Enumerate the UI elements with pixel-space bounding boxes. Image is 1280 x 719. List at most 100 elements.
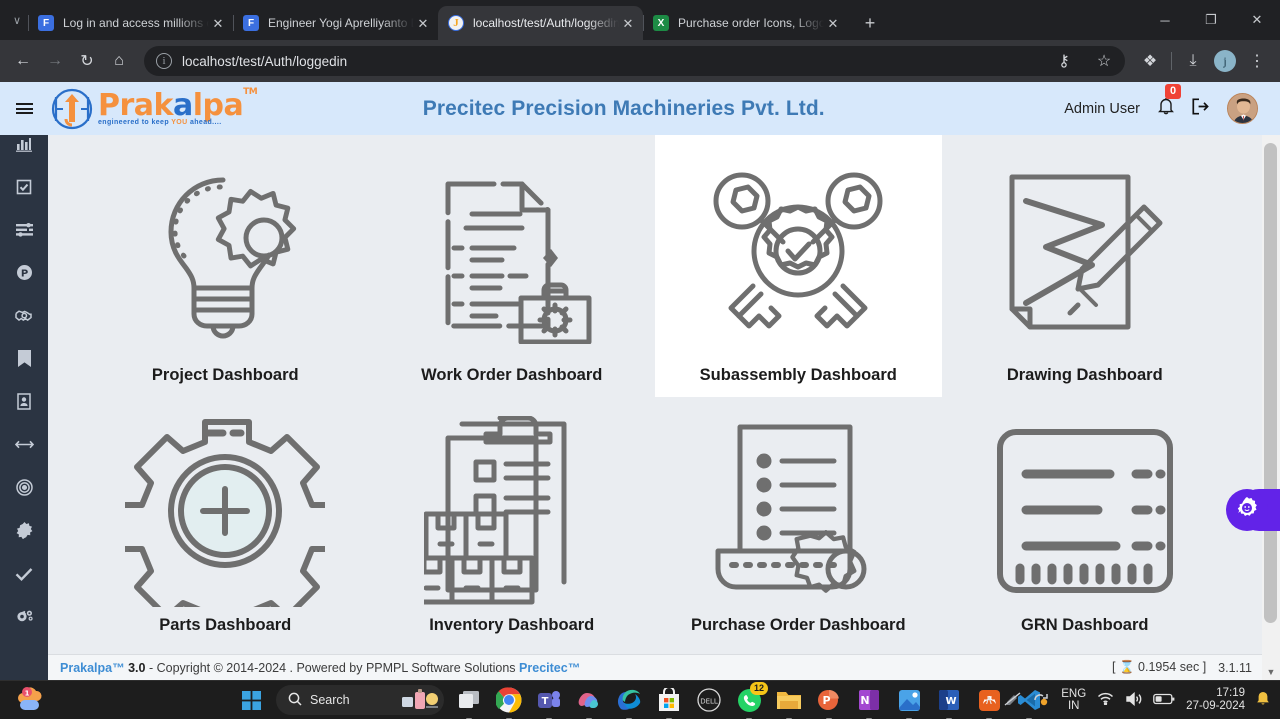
card-subassembly-dashboard[interactable]: Subassembly Dashboard — [655, 135, 942, 397]
menu-icon[interactable] — [0, 82, 48, 135]
sidebar-item-employees[interactable] — [0, 380, 48, 423]
sidebar-item-bookmarks[interactable] — [0, 337, 48, 380]
new-tab-button[interactable]: + — [856, 9, 884, 37]
wifi-icon[interactable] — [1097, 692, 1114, 708]
svg-text:P: P — [822, 694, 830, 707]
bookmark-icon — [17, 350, 31, 367]
sidebar-item-settings[interactable] — [0, 595, 48, 638]
close-icon[interactable]: ✕ — [619, 14, 637, 32]
reload-icon[interactable]: ↻ — [72, 46, 102, 76]
onedrive-sync-icon[interactable] — [1032, 691, 1050, 709]
prakalpa-icon: J — [448, 15, 464, 31]
volume-icon[interactable] — [1125, 691, 1142, 709]
browser-menu-icon[interactable]: ⋮ — [1242, 46, 1272, 76]
card-drawing-dashboard[interactable]: Drawing Dashboard — [942, 135, 1229, 397]
timer-close-bracket: ] — [1202, 660, 1207, 674]
app-sidebar: P — [0, 82, 48, 680]
photos-icon[interactable] — [894, 685, 924, 719]
app-footer: Prakalpa™ 3.0 - Copyright © 2014-2024 . … — [48, 654, 1262, 680]
downloads-icon[interactable]: ⤓ — [1178, 46, 1208, 76]
settings-fab-button[interactable] — [1226, 489, 1268, 531]
extensions-icon[interactable]: ❖ — [1135, 46, 1165, 76]
chrome-icon[interactable] — [494, 685, 524, 719]
page-scrollbar[interactable]: ▼ — [1262, 135, 1280, 680]
clock-time: 17:19 — [1216, 687, 1245, 700]
browser-tab-3-active[interactable]: J localhost/test/Auth/loggedin ✕ — [438, 6, 643, 40]
back-icon[interactable]: ← — [8, 46, 38, 76]
sidebar-item-quality[interactable] — [0, 509, 48, 552]
store-icon[interactable] — [654, 685, 684, 719]
forward-icon[interactable]: → — [40, 46, 70, 76]
close-window-button[interactable]: ✕ — [1234, 0, 1280, 40]
close-icon[interactable]: ✕ — [414, 14, 432, 32]
sidebar-item-targets[interactable] — [0, 466, 48, 509]
teams-icon[interactable]: T — [534, 685, 564, 719]
site-info-icon[interactable]: i — [156, 53, 172, 69]
clock[interactable]: 17:19 27-09-2024 — [1186, 687, 1245, 713]
card-parts-dashboard[interactable]: Parts Dashboard — [82, 397, 369, 647]
brand-name-part1: Prak — [98, 88, 173, 123]
scroll-down-arrow-icon[interactable]: ▼ — [1262, 663, 1280, 680]
tab-search-icon[interactable]: ∨ — [6, 0, 28, 40]
powerpoint-icon[interactable]: P — [814, 685, 844, 719]
logout-button[interactable] — [1192, 97, 1209, 120]
sidebar-item-lists[interactable] — [0, 208, 48, 251]
card-inventory-dashboard[interactable]: Inventory Dashboard — [369, 397, 656, 647]
dell-icon[interactable]: DELL — [694, 685, 724, 715]
notification-bell-icon[interactable] — [1256, 691, 1270, 710]
folder-icon[interactable] — [774, 685, 804, 719]
p-circle-icon: P — [16, 264, 33, 281]
windows-taskbar: 1 Search T DELL 12 P N W ∧ ENG IN 17:19 … — [0, 680, 1280, 719]
browser-tab-2[interactable]: F Engineer Yogi Aprelliyanto Detailed O … — [233, 6, 438, 40]
footer-brand: Prakalpa™ — [60, 660, 125, 675]
browser-tab-1[interactable]: F Log in and access millions of graphic … — [28, 6, 233, 40]
tray-chevron-up-icon[interactable]: ∧ — [984, 693, 993, 707]
browser-tab-4[interactable]: X Purchase order Icons, Logos, Symbols ✕ — [643, 6, 848, 40]
taskbar-pinned-cloud[interactable]: 1 — [14, 683, 44, 718]
pen-off-icon[interactable] — [1004, 691, 1021, 709]
sidebar-item-vendors[interactable] — [0, 294, 48, 337]
bookmark-star-icon[interactable]: ☆ — [1089, 46, 1119, 76]
card-label: Project Dashboard — [151, 366, 299, 384]
taskview-icon[interactable] — [454, 685, 484, 719]
checkbox-icon — [16, 179, 32, 195]
dashboard-grid: Project Dashboard Work Order Dashboard S… — [48, 135, 1262, 647]
sidebar-item-measure[interactable] — [0, 423, 48, 466]
whatsapp-icon[interactable]: 12 — [734, 682, 768, 719]
home-icon[interactable]: ⌂ — [104, 46, 134, 76]
start-button[interactable] — [236, 685, 266, 715]
close-icon[interactable]: ✕ — [824, 14, 842, 32]
brand-tm: TM — [243, 87, 258, 97]
profile-button[interactable]: j — [1210, 46, 1240, 76]
sidebar-item-tasks[interactable] — [0, 165, 48, 208]
card-project-dashboard[interactable]: Project Dashboard — [82, 135, 369, 397]
password-key-icon[interactable]: ⚷ — [1049, 46, 1079, 76]
minimize-button[interactable]: ─ — [1142, 0, 1188, 40]
language-indicator[interactable]: ENG IN — [1061, 688, 1086, 713]
search-input[interactable]: Search — [276, 685, 444, 715]
card-grn-dashboard[interactable]: GRN Dashboard — [942, 397, 1229, 647]
taskbar-center: Search T DELL 12 P N W — [236, 682, 1044, 719]
card-purchase-order-dashboard[interactable]: Purchase Order Dashboard — [655, 397, 942, 647]
edge-icon[interactable] — [614, 685, 644, 719]
battery-icon[interactable] — [1153, 693, 1175, 708]
brand-name-part2: a — [172, 88, 193, 123]
word-icon[interactable]: W — [934, 685, 964, 719]
maximize-button[interactable]: ❐ — [1188, 0, 1234, 40]
close-icon[interactable]: ✕ — [209, 14, 227, 32]
admin-user-label[interactable]: Admin User — [1064, 101, 1140, 117]
scrollbar-thumb[interactable] — [1264, 143, 1277, 623]
onenote-icon[interactable]: N — [854, 685, 884, 719]
tagline-post: ahead.... — [187, 119, 222, 126]
copilot-icon[interactable] — [574, 685, 604, 719]
address-bar[interactable]: i localhost/test/Auth/loggedin ⚷ ☆ — [144, 46, 1125, 76]
sidebar-item-projects[interactable]: P — [0, 251, 48, 294]
sidebar-item-approvals[interactable] — [0, 552, 48, 595]
card-work-order-dashboard[interactable]: Work Order Dashboard — [369, 135, 656, 397]
prakalpa-logo-icon — [48, 85, 96, 133]
notifications-button[interactable]: 0 — [1158, 84, 1182, 120]
card-label: Parts Dashboard — [159, 616, 292, 634]
avatar[interactable] — [1227, 93, 1258, 124]
svg-text:1: 1 — [25, 690, 30, 698]
list-settings-icon — [15, 222, 33, 237]
